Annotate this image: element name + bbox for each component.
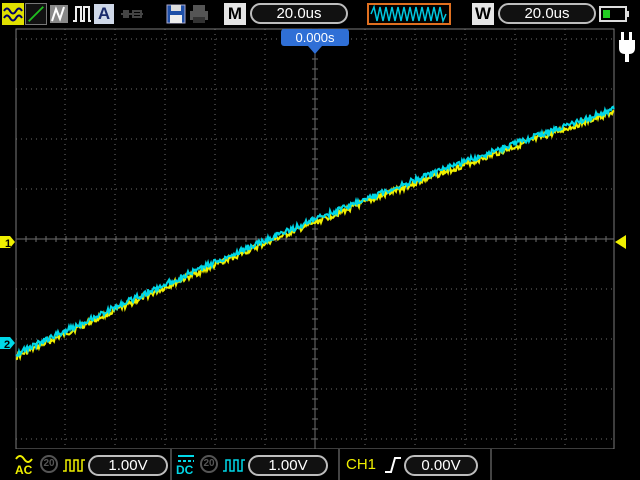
ch1-pulse-icon	[63, 459, 85, 472]
ch1-ground-marker[interactable]: 1	[0, 236, 15, 250]
pulse-icon[interactable]	[71, 3, 93, 25]
auto-icon[interactable]: A	[94, 4, 114, 24]
ch2-scale-display[interactable]: 1.00V	[248, 455, 328, 476]
timebase-display[interactable]: 20.0us	[250, 3, 348, 24]
waveform-icon[interactable]	[2, 3, 24, 25]
trigger-level-marker[interactable]	[615, 235, 626, 249]
dc-coupling-icon	[178, 455, 194, 462]
cursor-icon[interactable]	[25, 3, 47, 25]
ch2-status[interactable]: DC 20 1.00V	[172, 449, 338, 480]
usb-icon	[121, 10, 143, 18]
trigger-source-label: CH1	[346, 456, 377, 473]
bottom-status-bar: AC 20 1.00V DC 20 1.00V CH1 0.00V	[0, 449, 640, 480]
ch2-marker-label: 2	[4, 339, 10, 351]
trigger-level-display[interactable]: 0.00V	[404, 455, 478, 476]
save-icon[interactable]	[165, 3, 187, 25]
persist-icon[interactable]	[48, 3, 70, 25]
ch2-pulse-icon	[223, 459, 245, 472]
ch1-coupling-label: AC	[15, 463, 33, 477]
window-overview-icon[interactable]	[367, 3, 451, 25]
print-icon	[190, 5, 208, 23]
scope-screen: 0.000s 1 2	[0, 28, 626, 450]
ch2-coupling-label: DC	[176, 463, 194, 477]
trigger-status[interactable]: CH1 0.00V	[340, 449, 490, 480]
ch2-bw-limit-icon: 20	[200, 455, 218, 473]
rising-edge-icon	[385, 457, 401, 473]
power-plug-icon	[619, 32, 635, 62]
window-label[interactable]: W	[472, 3, 494, 25]
battery-icon	[599, 6, 629, 22]
window-timebase-display[interactable]: 20.0us	[498, 3, 596, 24]
trigger-position-label: 0.000s	[295, 30, 335, 45]
ch1-marker-label: 1	[5, 238, 11, 250]
separator	[490, 449, 492, 480]
ch1-status[interactable]: AC 20 1.00V	[0, 449, 170, 480]
mode-label[interactable]: M	[224, 3, 246, 25]
ch1-bw-limit-icon: 20	[40, 455, 58, 473]
top-status-bar: A M 20.0us W 20.0us	[0, 0, 640, 28]
ch2-ground-marker[interactable]: 2	[0, 337, 15, 351]
ch1-scale-display[interactable]: 1.00V	[88, 455, 168, 476]
